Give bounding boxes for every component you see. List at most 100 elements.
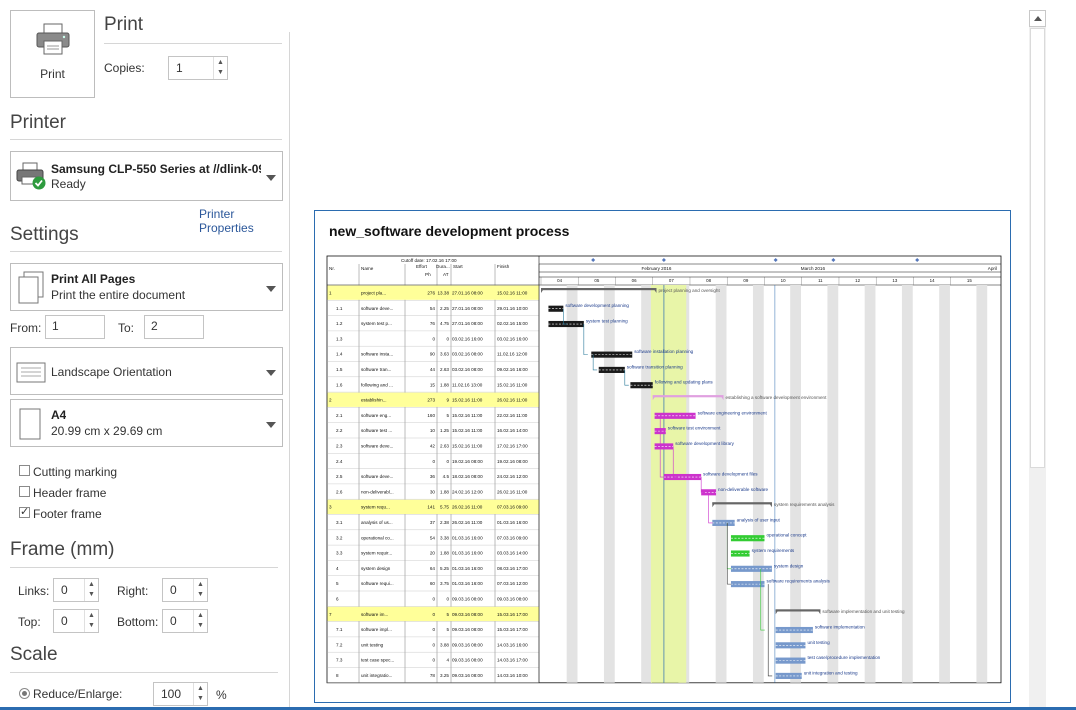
dependency-arrow: [624, 369, 629, 386]
stepper-up-icon[interactable]: ▲: [88, 612, 95, 619]
bottom-stepper[interactable]: 0 ▲ ▼: [162, 609, 208, 633]
week-label: 14: [930, 278, 935, 283]
stepper-down-icon[interactable]: ▼: [197, 591, 204, 598]
task-finish: 01.03.16 16:00: [497, 520, 528, 525]
gantt-task-label: system design: [774, 563, 804, 568]
task-effort: 273: [427, 398, 435, 403]
task-duration: 5: [446, 627, 449, 632]
today-band: [650, 285, 687, 683]
scroll-up-icon[interactable]: [1029, 10, 1046, 27]
task-duration: 4.5: [443, 474, 450, 479]
gantt-task-label: system requirements: [752, 548, 795, 553]
from-input[interactable]: 1: [45, 315, 105, 339]
stepper-up-icon[interactable]: ▲: [197, 685, 204, 692]
summary-bar: [712, 502, 772, 505]
stepper-down-icon[interactable]: ▼: [197, 695, 204, 702]
gantt-task-label: project planning and oversight: [658, 288, 720, 293]
to-input[interactable]: 2: [144, 315, 204, 339]
task-name: system design: [361, 566, 391, 571]
milestone-diamond-icon: [773, 258, 778, 262]
task-name: following and ...: [361, 382, 393, 387]
gantt-task-label: unit integration and testing: [804, 670, 858, 675]
task-start: 01.03.16 16:00: [452, 581, 483, 586]
cutting-marking-checkbox[interactable]: [19, 465, 30, 476]
divider: [10, 672, 278, 673]
right-stepper[interactable]: 0 ▲ ▼: [162, 578, 208, 602]
stepper-up-icon[interactable]: ▲: [197, 581, 204, 588]
paper-size-dropdown[interactable]: A4 20.99 cm x 29.69 cm: [10, 399, 283, 447]
task-no: 7.3: [336, 658, 343, 663]
dependency-arrow: [583, 324, 588, 355]
scrollbar-thumb[interactable]: [1030, 28, 1045, 468]
stepper-up-icon[interactable]: ▲: [217, 59, 224, 66]
task-duration: 4.75: [440, 321, 449, 326]
task-no: 7.2: [336, 642, 343, 647]
print-button[interactable]: Print: [10, 10, 95, 98]
week-label: 09: [743, 278, 748, 283]
divider: [10, 251, 282, 252]
links-stepper[interactable]: 0 ▲ ▼: [53, 578, 99, 602]
stepper-up-icon[interactable]: ▲: [197, 612, 204, 619]
task-duration: 1.25: [440, 428, 449, 433]
task-start: 01.03.16 16:00: [452, 535, 483, 540]
stepper-down-icon[interactable]: ▼: [88, 591, 95, 598]
print-range-dropdown[interactable]: Print All Pages Print the entire documen…: [10, 263, 283, 311]
footer-frame-label: Footer frame: [33, 507, 102, 521]
task-effort: 0: [432, 642, 435, 647]
task-start: 09.03.16 08:00: [452, 642, 483, 647]
gantt-task-label: software engineering environment: [698, 410, 768, 415]
task-name: system requ...: [361, 505, 390, 510]
divider: [10, 139, 282, 140]
col-header-effort: Effort: [416, 264, 428, 269]
stepper-down-icon[interactable]: ▼: [217, 69, 224, 76]
reduce-enlarge-radio[interactable]: [19, 688, 30, 699]
summary-bar: [775, 609, 821, 612]
task-finish: 16.02.16 14:00: [497, 428, 528, 433]
top-stepper[interactable]: 0 ▲ ▼: [53, 609, 99, 633]
print-preview-page: new_software development process Cutoff …: [314, 210, 1011, 703]
task-finish: 19.02.16 08:00: [497, 459, 528, 464]
paper-size-title: A4: [51, 408, 67, 422]
task-name: project pla...: [361, 290, 386, 295]
footer-frame-checkbox[interactable]: [19, 505, 30, 518]
task-no: 1.1: [336, 306, 343, 311]
scale-heading: Scale: [10, 644, 58, 665]
printer-dropdown[interactable]: Samsung CLP-550 Series at //dlink-0904( …: [10, 151, 283, 201]
gantt-task-label: software implementation and unit testing: [822, 609, 905, 614]
task-finish: 29.01.16 10:00: [497, 306, 528, 311]
task-effort: 276: [427, 290, 435, 295]
header-frame-checkbox[interactable]: [19, 486, 30, 497]
scale-stepper[interactable]: 100 ▲ ▼: [153, 682, 208, 706]
task-finish: 02.02.16 15:00: [497, 321, 528, 326]
print-range-title: Print All Pages: [51, 272, 136, 286]
copies-value: 1: [176, 61, 183, 75]
task-start: 09.03.16 08:00: [452, 673, 483, 678]
task-effort: 36: [430, 474, 436, 479]
dependency-arrow: [726, 522, 732, 570]
gantt-task-label: software transition planning: [627, 364, 683, 369]
week-label: 06: [632, 278, 637, 283]
print-heading: Print: [104, 14, 144, 35]
vertical-scrollbar[interactable]: [1029, 10, 1046, 710]
stepper-up-icon[interactable]: ▲: [88, 581, 95, 588]
task-no: 7: [329, 612, 332, 617]
task-name: system requir...: [361, 551, 392, 556]
printer-icon: [36, 23, 70, 55]
task-finish: 22.02.16 11:00: [497, 413, 528, 418]
task-finish: 07.03.16 09:00: [497, 505, 528, 510]
right-label: Right:: [117, 584, 149, 598]
task-no: 3.1: [336, 520, 343, 525]
printer-properties-link[interactable]: Printer Properties: [199, 207, 290, 235]
weekend-band: [864, 285, 876, 683]
copies-stepper[interactable]: 1 ▲ ▼: [168, 56, 228, 80]
task-start: 01.03.16 16:00: [452, 551, 483, 556]
paper-icon: [19, 408, 41, 440]
stepper-down-icon[interactable]: ▼: [88, 622, 95, 629]
col-header-dura-unit: AT: [443, 272, 449, 277]
col-header-no: Nr.: [329, 266, 335, 271]
stepper-down-icon[interactable]: ▼: [197, 622, 204, 629]
orientation-dropdown[interactable]: Landscape Orientation: [10, 347, 283, 395]
task-effort: 0: [432, 658, 435, 663]
gantt-task-label: analysis of user input: [737, 517, 781, 522]
task-finish: 14.03.16 10:00: [497, 673, 528, 678]
